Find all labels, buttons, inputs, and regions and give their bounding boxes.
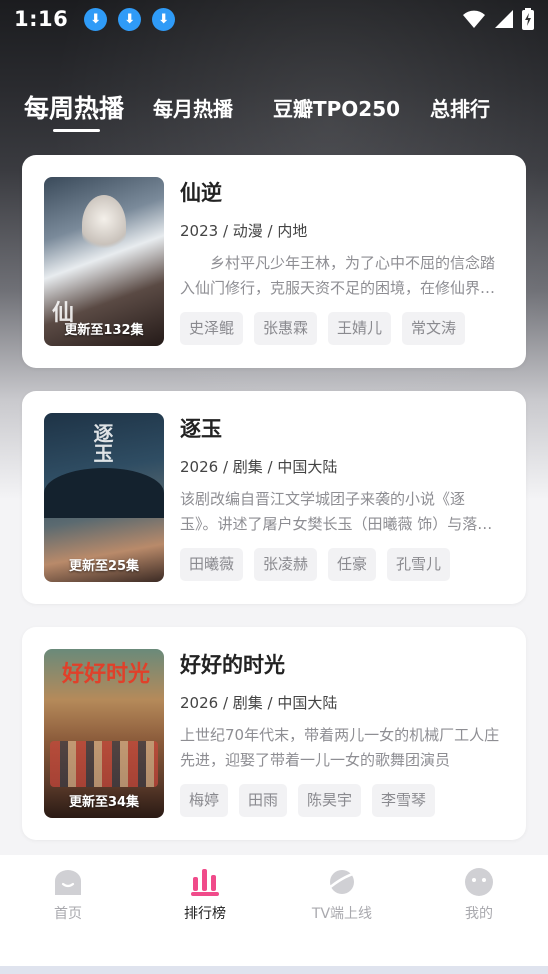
ranking-tabs: 每周热播 每月热播 豆瓣TPO250 总排行 bbox=[0, 80, 548, 134]
cast-tag[interactable]: 史泽鲲 bbox=[180, 312, 244, 345]
nav-label: 我的 bbox=[465, 906, 493, 922]
status-bar: 1:16 ⬇ ⬇ ⬇ bbox=[0, 0, 548, 38]
cast-tag[interactable]: 任豪 bbox=[328, 548, 377, 581]
cast-tags: 田曦薇 张凌赫 任豪 孔雪儿 bbox=[180, 548, 451, 581]
poster-crowd bbox=[50, 741, 158, 787]
signal-icon bbox=[495, 10, 513, 28]
system-home-indicator bbox=[0, 966, 548, 974]
item-title[interactable]: 逐玉 bbox=[180, 413, 222, 443]
episode-badge: 更新至34集 bbox=[68, 795, 140, 810]
status-icons bbox=[462, 8, 534, 30]
cast-tag[interactable]: 陈昊宇 bbox=[298, 784, 362, 817]
list-item[interactable]: 仙 更新至132集 仙逆 2023 / 动漫 / 内地 乡村平凡少年王林，为了心… bbox=[22, 155, 526, 368]
cast-tag[interactable]: 王婧儿 bbox=[328, 312, 392, 345]
cast-tag[interactable]: 田雨 bbox=[239, 784, 288, 817]
tab-douban-top250[interactable]: 豆瓣TPO250 bbox=[273, 93, 400, 122]
episode-badge: 更新至25集 bbox=[68, 559, 140, 574]
poster-title-art: 好好时光 bbox=[62, 662, 151, 687]
cast-tag[interactable]: 张凌赫 bbox=[254, 548, 318, 581]
status-time: 1:16 bbox=[14, 7, 69, 31]
download-icon: ⬇ bbox=[84, 7, 108, 31]
battery-icon bbox=[522, 8, 534, 30]
poster-figure bbox=[82, 195, 126, 255]
cast-tag[interactable]: 梅婷 bbox=[180, 784, 229, 817]
tab-weekly[interactable]: 每周热播 bbox=[24, 89, 124, 125]
item-meta: 2023 / 动漫 / 内地 bbox=[180, 222, 308, 240]
list-item[interactable]: 逐玉 更新至25集 逐玉 2026 / 剧集 / 中国大陆 该剧改编自晋江文学城… bbox=[22, 391, 526, 604]
episode-badge: 更新至132集 bbox=[64, 323, 144, 338]
bottom-nav: 首页 排行榜 TV端上线 我的 bbox=[0, 855, 548, 967]
nav-label: TV端上线 bbox=[311, 906, 373, 922]
cast-tags: 史泽鲲 张惠霖 王婧儿 常文涛 bbox=[180, 312, 466, 345]
poster-image[interactable]: 逐玉 更新至25集 bbox=[44, 413, 164, 582]
active-tab-indicator bbox=[53, 129, 100, 132]
cast-tag[interactable]: 常文涛 bbox=[402, 312, 466, 345]
poster-umbrella bbox=[44, 468, 164, 518]
ranking-icon bbox=[191, 869, 219, 896]
item-meta: 2026 / 剧集 / 中国大陆 bbox=[180, 694, 338, 712]
item-description: 乡村平凡少年王林，为了心中不屈的信念踏入仙门修行，克服天资不足的困境，在修仙界逐… bbox=[180, 254, 496, 297]
cast-tags: 梅婷 田雨 陈昊宇 李雪琴 bbox=[180, 784, 436, 817]
download-icon: ⬇ bbox=[152, 7, 176, 31]
profile-icon bbox=[465, 868, 493, 896]
poster-image[interactable]: 好好时光 更新至34集 bbox=[44, 649, 164, 818]
cast-tag[interactable]: 李雪琴 bbox=[372, 784, 436, 817]
cast-tag[interactable]: 张惠霖 bbox=[254, 312, 318, 345]
item-title[interactable]: 仙逆 bbox=[180, 177, 222, 207]
tab-monthly[interactable]: 每月热播 bbox=[153, 93, 233, 122]
item-title[interactable]: 好好的时光 bbox=[180, 649, 285, 679]
nav-label: 首页 bbox=[54, 906, 82, 922]
list-item[interactable]: 好好时光 更新至34集 好好的时光 2026 / 剧集 / 中国大陆 上世纪70… bbox=[22, 627, 526, 840]
nav-label: 排行榜 bbox=[184, 906, 226, 922]
tab-total-ranking[interactable]: 总排行 bbox=[430, 93, 490, 122]
item-description: 上世纪70年代末，带着两儿一女的机械厂工人庄先进，迎娶了带着一儿一女的歌舞团演员 bbox=[180, 726, 500, 769]
cast-tag[interactable]: 孔雪儿 bbox=[387, 548, 451, 581]
cast-tag[interactable]: 田曦薇 bbox=[180, 548, 244, 581]
tv-planet-icon bbox=[327, 870, 357, 894]
home-icon bbox=[55, 870, 81, 895]
download-icon: ⬇ bbox=[118, 7, 142, 31]
wifi-icon bbox=[463, 10, 485, 28]
poster-image[interactable]: 仙 更新至132集 bbox=[44, 177, 164, 346]
item-meta: 2026 / 剧集 / 中国大陆 bbox=[180, 458, 338, 476]
poster-title-art: 逐玉 bbox=[90, 423, 114, 463]
item-description: 该剧改编自晋江文学城团子来袭的小说《逐玉》。讲述了屠户女樊长玉（田曦薇 饰）与落… bbox=[180, 490, 493, 533]
